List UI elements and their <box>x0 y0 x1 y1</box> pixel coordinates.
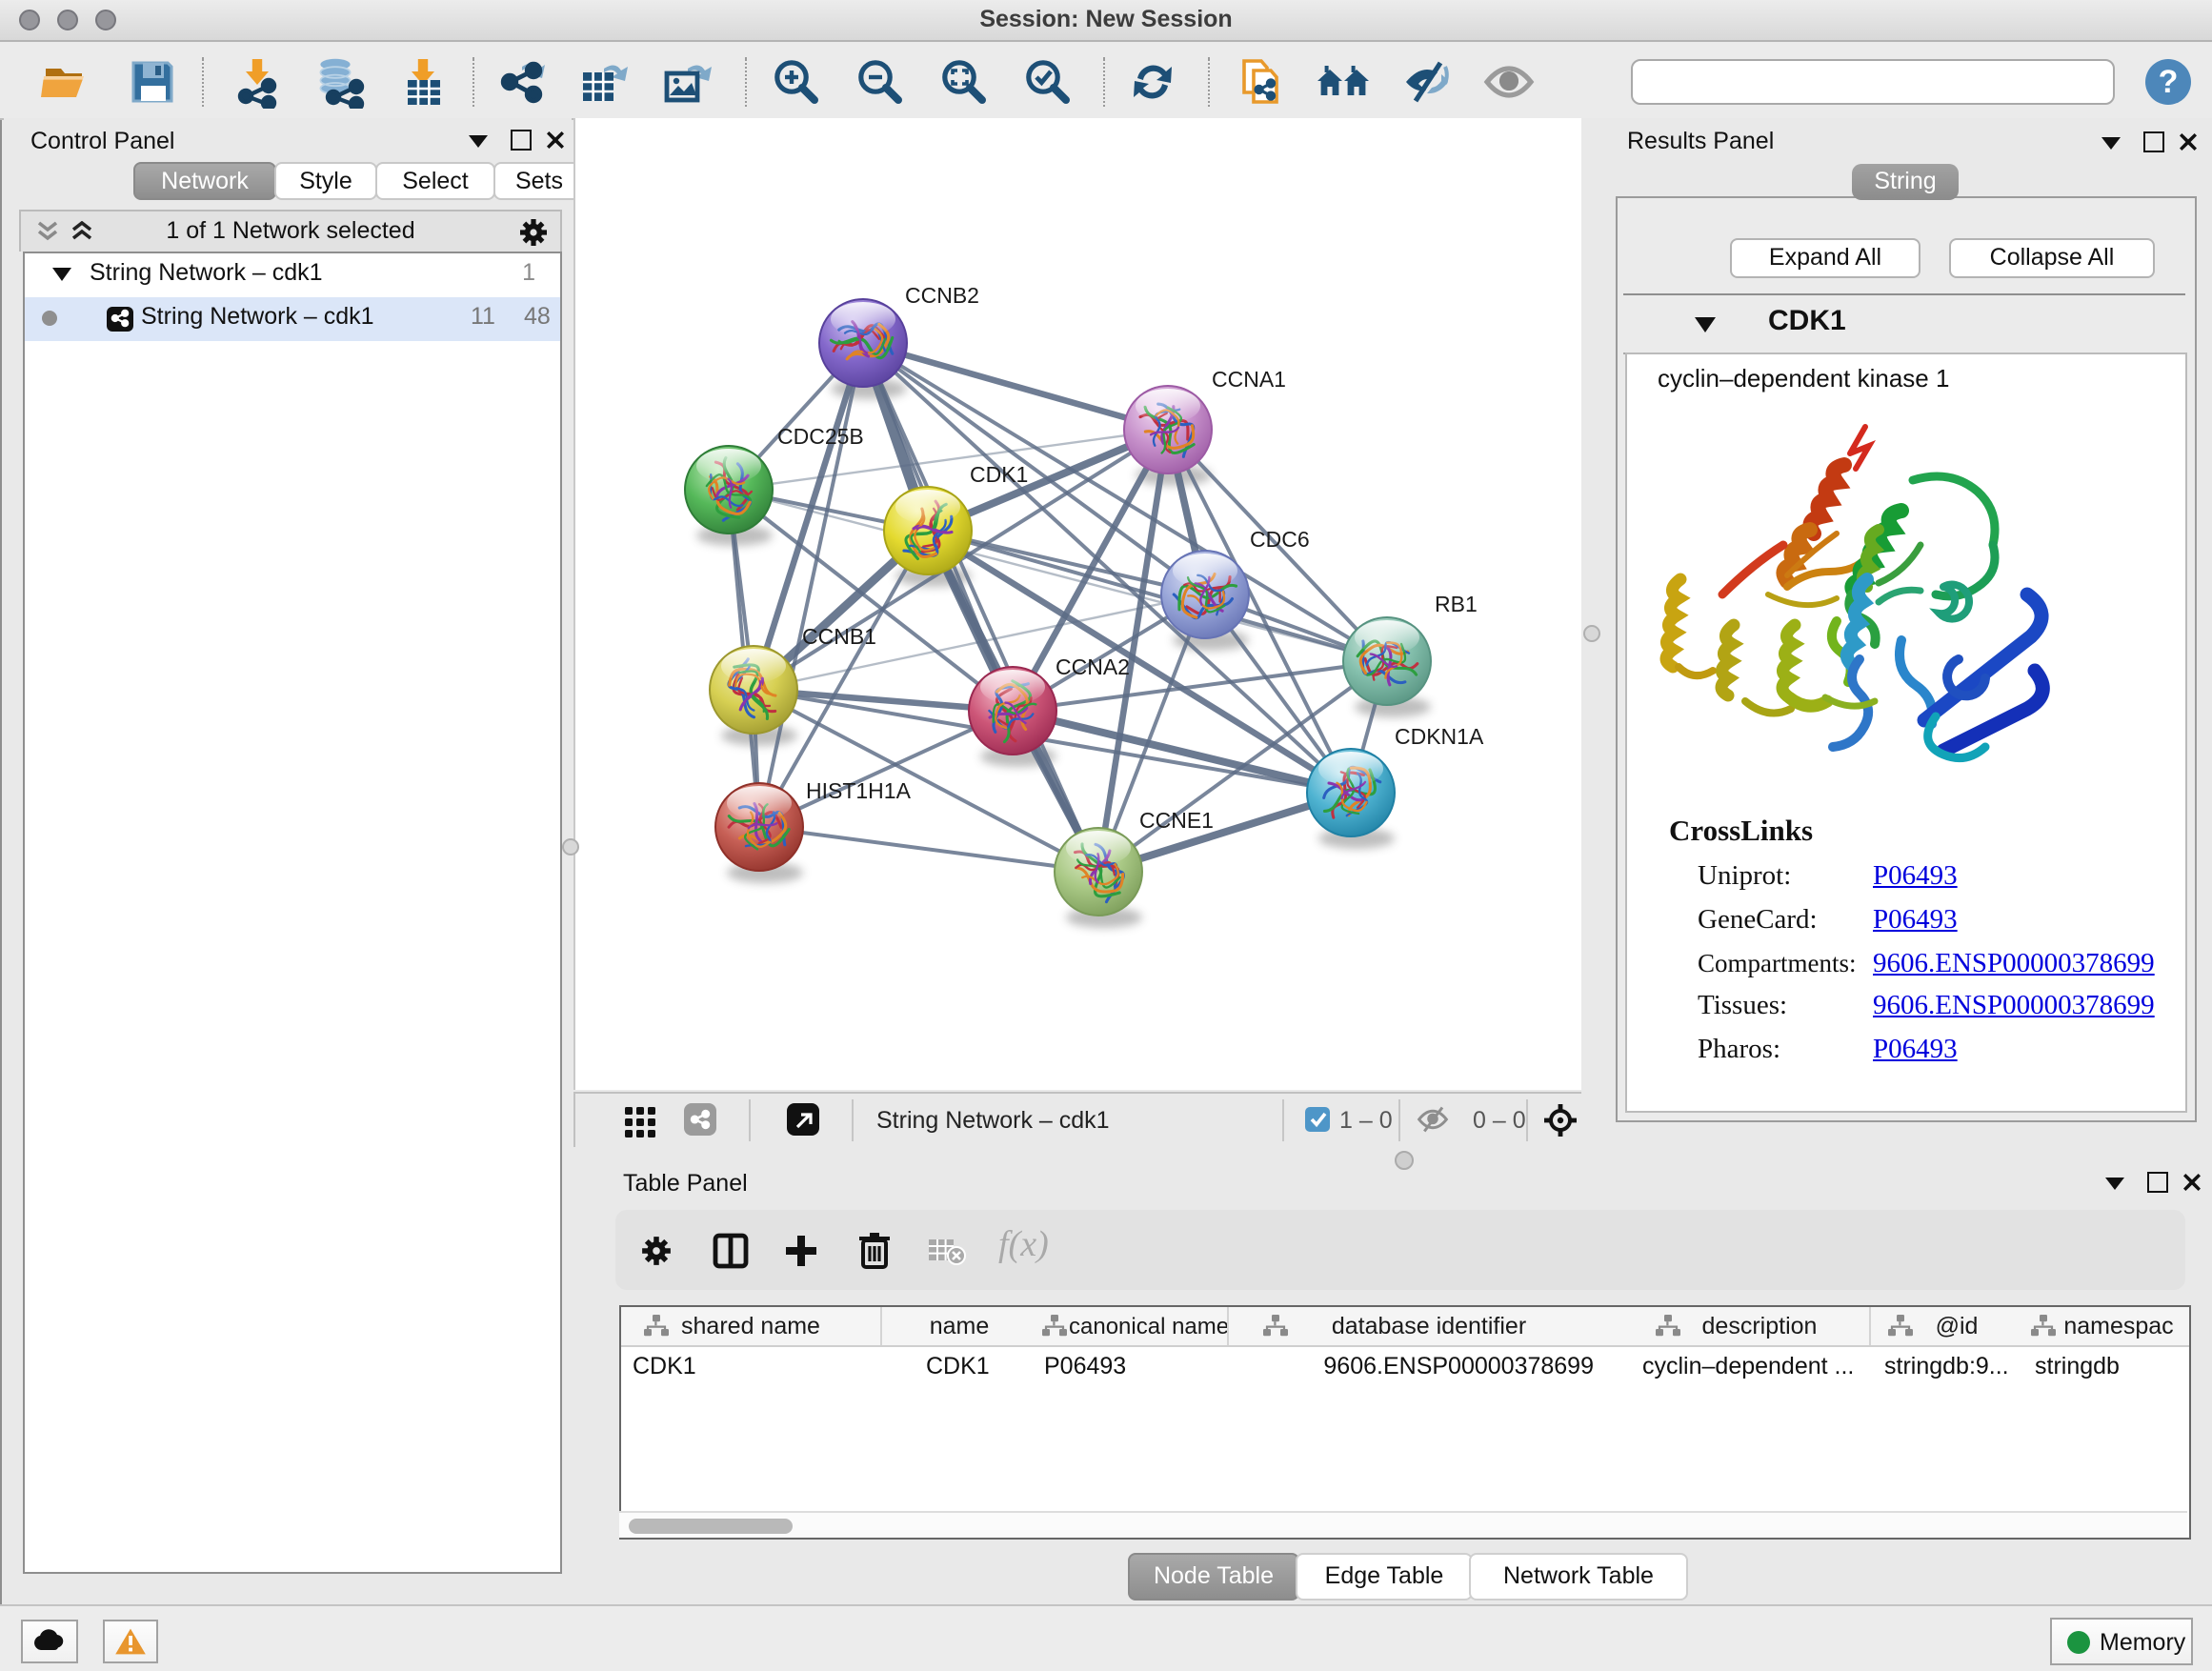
svg-text:CCNB2: CCNB2 <box>905 283 979 308</box>
svg-text:CDK1: CDK1 <box>970 462 1028 487</box>
svg-text:CCNA1: CCNA1 <box>1212 367 1286 392</box>
svg-text:?: ? <box>2159 64 2179 100</box>
svg-text:CCNB1: CCNB1 <box>802 624 876 649</box>
svg-text:HIST1H1A: HIST1H1A <box>806 778 912 803</box>
svg-text:CDC25B: CDC25B <box>777 424 864 449</box>
svg-text:RB1: RB1 <box>1435 592 1478 616</box>
svg-text:CDKN1A: CDKN1A <box>1395 724 1484 749</box>
svg-text:CCNA2: CCNA2 <box>1056 654 1130 679</box>
svg-text:CCNE1: CCNE1 <box>1139 808 1214 833</box>
svg-text:CDC6: CDC6 <box>1250 527 1310 552</box>
